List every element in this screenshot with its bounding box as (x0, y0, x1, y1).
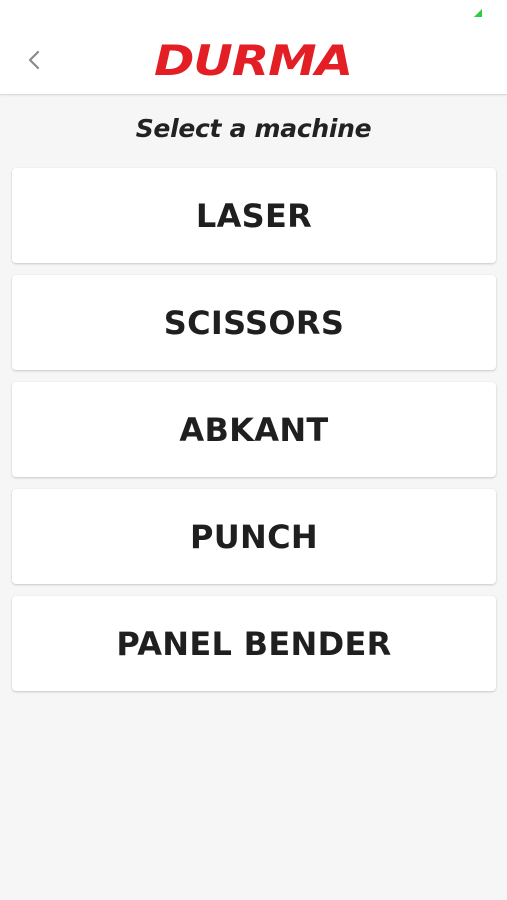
machine-item-label: SCISSORS (163, 303, 345, 342)
machine-item-scissors[interactable]: SCISSORS (12, 275, 496, 370)
durma-logo: DURMA (154, 37, 353, 81)
chevron-left-icon (28, 50, 40, 70)
machine-list: LASER SCISSORS ABKANT PUNCH PANEL BENDER (12, 168, 496, 703)
machine-item-punch[interactable]: PUNCH (12, 489, 496, 584)
back-button[interactable] (18, 44, 50, 76)
machine-item-label: LASER (195, 196, 313, 235)
status-bar (0, 0, 507, 22)
battery-icon (474, 9, 482, 17)
machine-item-label: PUNCH (190, 517, 318, 556)
machine-item-laser[interactable]: LASER (12, 168, 496, 263)
machine-item-label: PANEL BENDER (116, 624, 392, 663)
machine-item-panel-bender[interactable]: PANEL BENDER (12, 596, 496, 691)
machine-item-abkant[interactable]: ABKANT (12, 382, 496, 477)
logo-text: DURMA (154, 37, 352, 81)
page-title: Select a machine (135, 114, 372, 143)
app-header: DURMA (0, 22, 507, 95)
machine-item-label: ABKANT (179, 410, 329, 449)
